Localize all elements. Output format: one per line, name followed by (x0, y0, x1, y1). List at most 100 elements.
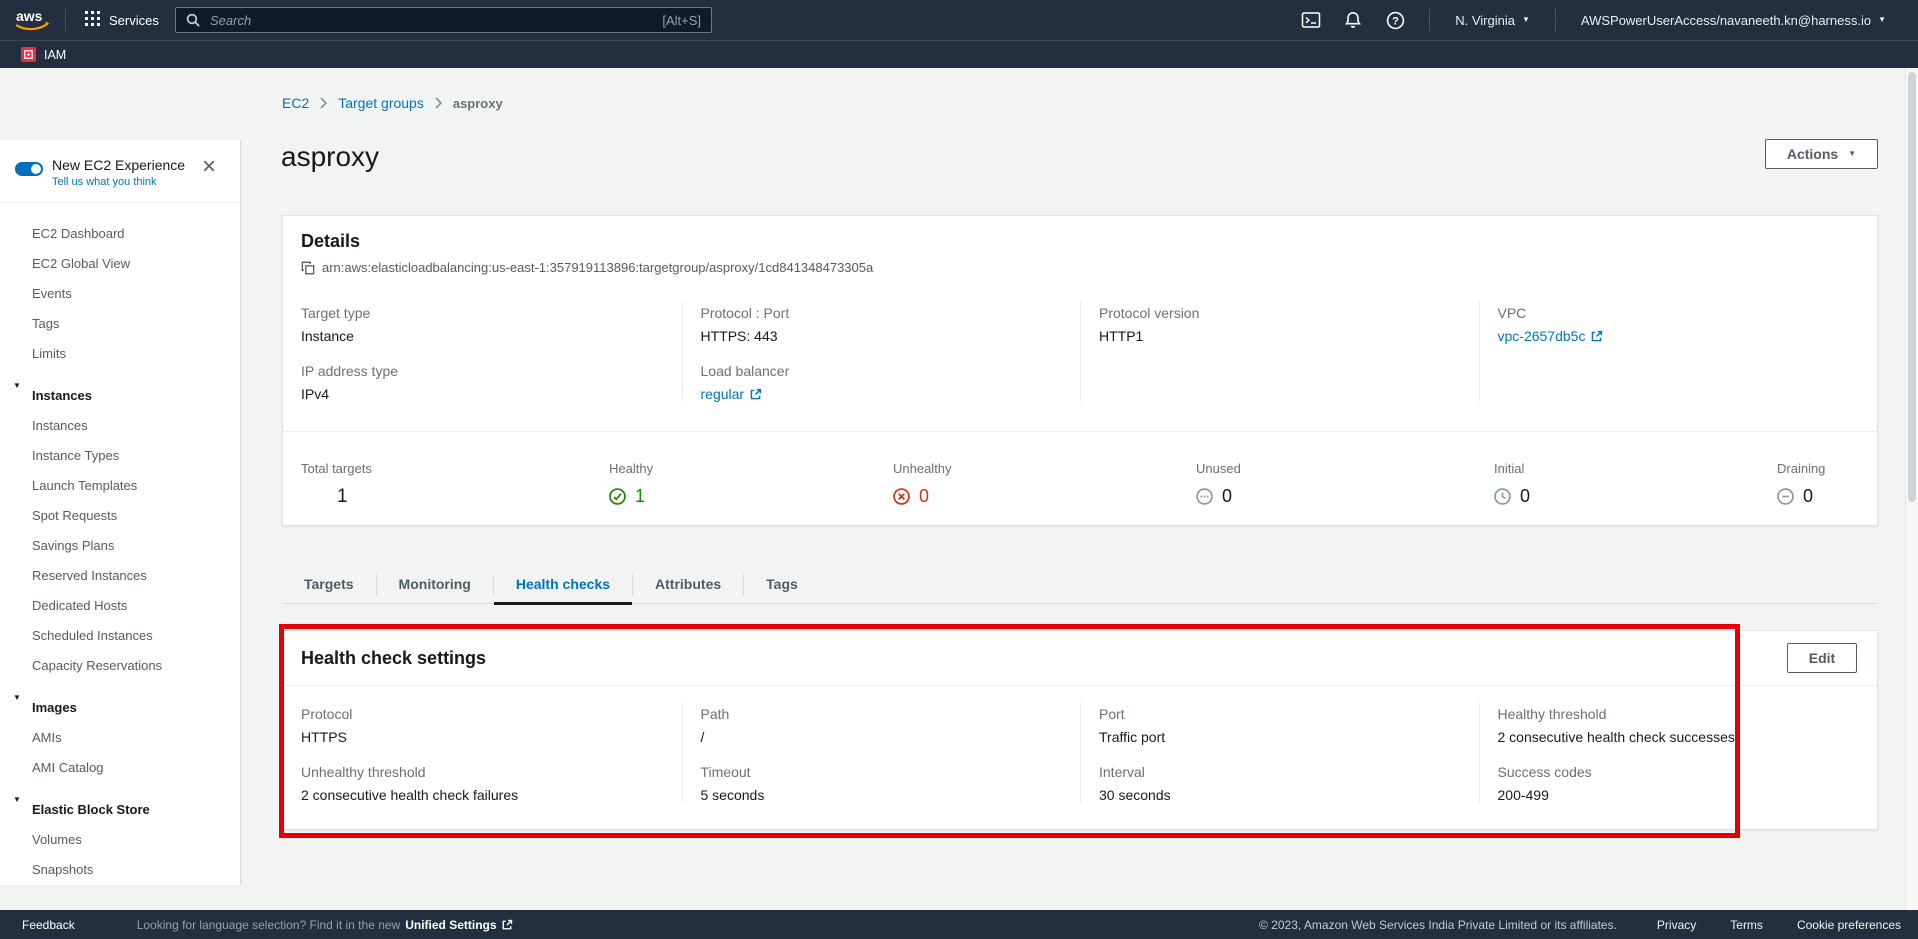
hc-protocol-value: HTTPS (301, 729, 664, 745)
copy-arn-icon[interactable] (301, 261, 315, 275)
sidebar-item-spot-requests[interactable]: Spot Requests (0, 501, 240, 531)
breadcrumb-ec2[interactable]: EC2 (282, 95, 309, 111)
health-check-grid: Protocol HTTPS Unhealthy threshold 2 con… (283, 686, 1877, 803)
topbar-right-controls: ? N. Virginia ▼ AWSPowerUserAccess/navan… (1290, 0, 1898, 40)
target-group-arn: arn:aws:elasticloadbalancing:us-east-1:3… (322, 260, 873, 275)
target-health-summary: Total targets 1 Healthy 1 Unhealthy 0 Un… (283, 432, 1877, 525)
target-group-tabs: Targets Monitoring Health checks Attribu… (282, 566, 1878, 604)
load-balancer-link[interactable]: regular (701, 386, 763, 402)
language-selection-note: Looking for language selection? Find it … (137, 918, 513, 932)
favorites-bar: IAM (0, 40, 1918, 68)
notifications-bell-icon[interactable] (1332, 0, 1374, 40)
hc-path-value: / (701, 729, 1063, 745)
sidebar-section-images[interactable]: ▼ Images (0, 693, 240, 723)
tab-attributes[interactable]: Attributes (633, 566, 743, 604)
stat-value: 0 (1520, 486, 1530, 507)
stat-label: Unused (1196, 461, 1241, 476)
privacy-link[interactable]: Privacy (1657, 918, 1696, 932)
vpc-label: VPC (1498, 305, 1860, 321)
sidebar-item-events[interactable]: Events (0, 279, 240, 309)
console-footer: Feedback Looking for language selection?… (0, 910, 1918, 939)
services-label: Services (109, 13, 159, 28)
tab-targets[interactable]: Targets (282, 566, 376, 604)
section-collapse-icon: ▼ (13, 796, 21, 804)
sidebar-item-instance-types[interactable]: Instance Types (0, 441, 240, 471)
unhealthy-x-icon (893, 488, 910, 505)
cookie-preferences-link[interactable]: Cookie preferences (1797, 918, 1901, 932)
external-link-icon (501, 919, 513, 931)
region-selector[interactable]: N. Virginia ▼ (1443, 13, 1542, 28)
aws-logo[interactable]: aws (14, 7, 52, 34)
tab-tags[interactable]: Tags (744, 566, 820, 604)
stat-unused: Unused 0 (1196, 461, 1241, 507)
topbar-divider (1429, 9, 1430, 31)
external-link-icon (749, 388, 762, 401)
ip-address-type-label: IP address type (301, 363, 664, 379)
cloudshell-icon[interactable] (1290, 0, 1332, 40)
sidebar-item-tags[interactable]: Tags (0, 309, 240, 339)
vpc-link[interactable]: vpc-2657db5c (1498, 328, 1604, 344)
stat-value: 0 (1222, 486, 1232, 507)
chevron-right-icon (435, 97, 442, 109)
target-type-value: Instance (301, 328, 664, 344)
stat-label: Initial (1494, 461, 1530, 476)
close-icon[interactable]: × (202, 156, 216, 178)
sidebar-item-snapshots[interactable]: Snapshots (0, 855, 240, 885)
global-search[interactable]: [Alt+S] (175, 7, 712, 33)
stat-unhealthy: Unhealthy 0 (893, 461, 952, 507)
account-menu[interactable]: AWSPowerUserAccess/navaneeth.kn@harness.… (1569, 13, 1898, 28)
top-navigation-bar: aws Services [Alt+S] (0, 0, 1918, 40)
sidebar-item-ami-catalog[interactable]: AMI Catalog (0, 753, 240, 783)
sidebar-nav: EC2 Dashboard EC2 Global View Events Tag… (0, 203, 240, 885)
sidebar-item-reserved-instances[interactable]: Reserved Instances (0, 561, 240, 591)
copyright-text: © 2023, Amazon Web Services India Privat… (1259, 918, 1617, 932)
breadcrumb-target-groups[interactable]: Target groups (338, 95, 424, 111)
services-menu-button[interactable]: Services (79, 11, 165, 29)
sidebar-item-limits[interactable]: Limits (0, 339, 240, 369)
stat-label: Unhealthy (893, 461, 952, 476)
sidebar-item-launch-templates[interactable]: Launch Templates (0, 471, 240, 501)
ec2-sidebar: New EC2 Experience Tell us what you thin… (0, 140, 241, 885)
tell-us-link[interactable]: Tell us what you think (52, 176, 226, 188)
external-link-icon (1590, 330, 1603, 343)
page-title: asproxy (281, 141, 379, 173)
stat-value: 1 (635, 486, 645, 507)
chevron-down-icon: ▼ (1848, 150, 1856, 158)
sidebar-item-capacity-reservations[interactable]: Capacity Reservations (0, 651, 240, 681)
hc-timeout-value: 5 seconds (701, 787, 1063, 803)
chevron-down-icon: ▼ (1878, 16, 1886, 24)
sidebar-item-scheduled-instances[interactable]: Scheduled Instances (0, 621, 240, 651)
help-icon[interactable]: ? (1374, 0, 1416, 40)
sidebar-item-ec2-dashboard[interactable]: EC2 Dashboard (0, 219, 240, 249)
feedback-link[interactable]: Feedback (22, 918, 75, 932)
search-input[interactable] (208, 12, 654, 29)
services-grid-icon (85, 11, 100, 29)
favorites-item-iam[interactable]: IAM (44, 48, 66, 62)
tab-health-checks[interactable]: Health checks (494, 566, 632, 604)
unified-settings-link[interactable]: Unified Settings (405, 918, 512, 932)
terms-link[interactable]: Terms (1730, 918, 1763, 932)
sidebar-item-instances[interactable]: Instances (0, 411, 240, 441)
hc-path-label: Path (701, 706, 1063, 722)
language-note-text: Looking for language selection? Find it … (137, 918, 401, 932)
sidebar-item-ec2-global-view[interactable]: EC2 Global View (0, 249, 240, 279)
sidebar-section-instances[interactable]: ▼ Instances (0, 381, 240, 411)
sidebar-item-savings-plans[interactable]: Savings Plans (0, 531, 240, 561)
search-shortcut-hint: [Alt+S] (662, 13, 701, 28)
sidebar-item-volumes[interactable]: Volumes (0, 825, 240, 855)
sidebar-item-amis[interactable]: AMIs (0, 723, 240, 753)
new-experience-toggle[interactable] (15, 162, 43, 176)
hc-unhealthy-threshold-label: Unhealthy threshold (301, 764, 664, 780)
sidebar-item-dedicated-hosts[interactable]: Dedicated Hosts (0, 591, 240, 621)
load-balancer-label: Load balancer (701, 363, 1063, 379)
unused-dots-icon (1196, 488, 1213, 505)
edit-health-check-button[interactable]: Edit (1787, 643, 1857, 673)
sidebar-section-elastic-block-store[interactable]: ▼ Elastic Block Store (0, 795, 240, 825)
load-balancer-link-label: regular (701, 386, 745, 402)
actions-button[interactable]: Actions ▼ (1765, 139, 1878, 169)
tab-monitoring[interactable]: Monitoring (377, 566, 493, 604)
stat-total-targets: Total targets 1 (301, 461, 372, 508)
hc-interval-label: Interval (1099, 764, 1461, 780)
section-collapse-icon: ▼ (13, 382, 21, 390)
scrollbar-thumb[interactable] (1908, 72, 1916, 502)
